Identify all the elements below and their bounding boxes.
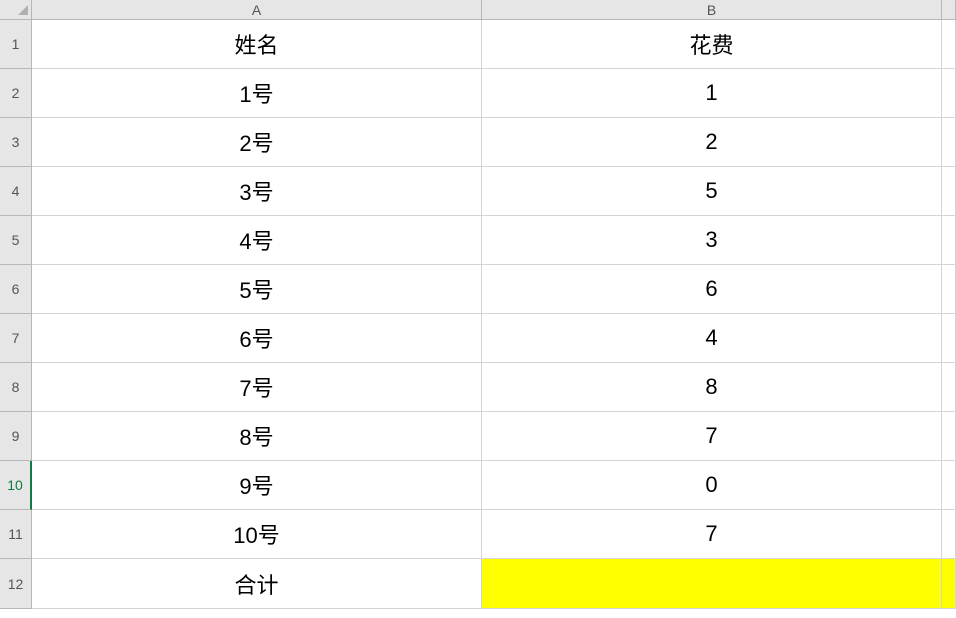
cell-A5[interactable]: 4号 [32, 216, 482, 265]
cell-B12[interactable] [482, 559, 942, 609]
data-row: 9 8号 7 [0, 412, 956, 461]
row-header-2[interactable]: 2 [0, 69, 32, 118]
select-all-corner[interactable] [0, 0, 32, 20]
column-header-partial[interactable] [942, 0, 956, 20]
row-header-12[interactable]: 12 [0, 559, 32, 609]
data-row: 8 7号 8 [0, 363, 956, 412]
data-row: 5 4号 3 [0, 216, 956, 265]
cell-B10[interactable]: 0 [482, 461, 942, 510]
cell-partial[interactable] [942, 167, 956, 216]
cell-A7[interactable]: 6号 [32, 314, 482, 363]
cell-partial[interactable] [942, 559, 956, 609]
cell-B3[interactable]: 2 [482, 118, 942, 167]
cell-A4[interactable]: 3号 [32, 167, 482, 216]
row-header-6[interactable]: 6 [0, 265, 32, 314]
column-header-B[interactable]: B [482, 0, 942, 20]
cell-A9[interactable]: 8号 [32, 412, 482, 461]
data-row: 12 合计 [0, 559, 956, 609]
cell-partial[interactable] [942, 20, 956, 69]
cell-B5[interactable]: 3 [482, 216, 942, 265]
cell-B2[interactable]: 1 [482, 69, 942, 118]
cell-B6[interactable]: 6 [482, 265, 942, 314]
row-header-11[interactable]: 11 [0, 510, 32, 559]
cell-A11[interactable]: 10号 [32, 510, 482, 559]
column-header-A[interactable]: A [32, 0, 482, 20]
data-row: 1 姓名 花费 [0, 20, 956, 69]
row-header-10[interactable]: 10 [0, 461, 32, 510]
data-row: 2 1号 1 [0, 69, 956, 118]
cell-partial[interactable] [942, 461, 956, 510]
row-header-7[interactable]: 7 [0, 314, 32, 363]
row-header-5[interactable]: 5 [0, 216, 32, 265]
cell-B7[interactable]: 4 [482, 314, 942, 363]
cell-A12[interactable]: 合计 [32, 559, 482, 609]
cell-B8[interactable]: 8 [482, 363, 942, 412]
cell-B9[interactable]: 7 [482, 412, 942, 461]
cell-A10[interactable]: 9号 [32, 461, 482, 510]
row-header-4[interactable]: 4 [0, 167, 32, 216]
row-header-3[interactable]: 3 [0, 118, 32, 167]
row-header-8[interactable]: 8 [0, 363, 32, 412]
cell-partial[interactable] [942, 363, 956, 412]
cell-partial[interactable] [942, 118, 956, 167]
cell-B4[interactable]: 5 [482, 167, 942, 216]
cell-partial[interactable] [942, 265, 956, 314]
data-row: 10 9号 0 [0, 461, 956, 510]
row-header-9[interactable]: 9 [0, 412, 32, 461]
select-all-triangle-icon [18, 5, 28, 15]
data-row: 7 6号 4 [0, 314, 956, 363]
cell-B11[interactable]: 7 [482, 510, 942, 559]
cell-partial[interactable] [942, 510, 956, 559]
cell-A1[interactable]: 姓名 [32, 20, 482, 69]
cell-B1[interactable]: 花费 [482, 20, 942, 69]
cell-partial[interactable] [942, 314, 956, 363]
cell-partial[interactable] [942, 216, 956, 265]
data-row: 6 5号 6 [0, 265, 956, 314]
column-header-row: A B [0, 0, 956, 20]
row-header-1[interactable]: 1 [0, 20, 32, 69]
cell-partial[interactable] [942, 412, 956, 461]
spreadsheet-grid: A B 1 姓名 花费 2 1号 1 3 2号 2 4 3号 5 5 4号 3 … [0, 0, 956, 618]
cell-A3[interactable]: 2号 [32, 118, 482, 167]
data-row: 3 2号 2 [0, 118, 956, 167]
cell-partial[interactable] [942, 69, 956, 118]
cell-A8[interactable]: 7号 [32, 363, 482, 412]
data-row: 11 10号 7 [0, 510, 956, 559]
cell-A6[interactable]: 5号 [32, 265, 482, 314]
data-row: 4 3号 5 [0, 167, 956, 216]
cell-A2[interactable]: 1号 [32, 69, 482, 118]
